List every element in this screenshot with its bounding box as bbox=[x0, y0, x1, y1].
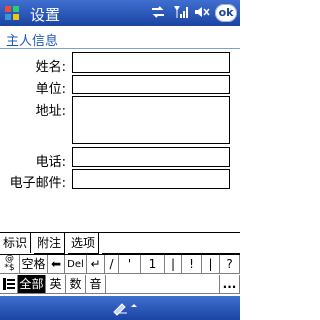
mode-number-key[interactable]: 数 bbox=[66, 275, 86, 294]
tab-bar: 标识 附注 选项 bbox=[0, 232, 240, 255]
delete-key[interactable]: Del bbox=[65, 255, 87, 274]
input-panel: @ *$ 空格 ⬅ Del ↵ / ' 1 | ! | ? 全部 英 数 音 .… bbox=[0, 254, 240, 297]
slash-key[interactable]: / bbox=[105, 255, 119, 274]
section-title: 主人信息 bbox=[6, 34, 59, 49]
name-field[interactable] bbox=[72, 52, 230, 73]
tab-options[interactable]: 选项 bbox=[68, 233, 100, 254]
address-label: 地址: bbox=[35, 104, 66, 119]
candidate-area bbox=[106, 275, 220, 294]
company-label: 单位: bbox=[35, 82, 66, 97]
connectivity-icon[interactable] bbox=[150, 5, 166, 22]
windows-start-icon[interactable] bbox=[2, 3, 22, 23]
enter-key[interactable]: ↵ bbox=[87, 255, 105, 274]
exclaim-key[interactable]: ! bbox=[182, 255, 202, 274]
symbol-key[interactable]: @ *$ bbox=[0, 255, 20, 274]
tab-identity[interactable]: 标识 bbox=[0, 233, 32, 253]
email-label: 电子邮件: bbox=[9, 176, 66, 191]
name-label: 姓名: bbox=[35, 60, 66, 75]
email-field[interactable] bbox=[72, 169, 230, 189]
mode-english-key[interactable]: 英 bbox=[46, 275, 66, 294]
handwriting-icon bbox=[113, 303, 137, 316]
company-field[interactable] bbox=[72, 75, 230, 94]
pipe-key-2[interactable]: | bbox=[202, 255, 220, 274]
apostrophe-key[interactable]: ' bbox=[119, 255, 141, 274]
pipe-key[interactable]: | bbox=[165, 255, 182, 274]
volume-icon[interactable] bbox=[194, 5, 210, 22]
mode-all-key[interactable]: 全部 bbox=[18, 275, 46, 294]
phone-field[interactable] bbox=[72, 147, 230, 167]
keyboard-toggle[interactable] bbox=[110, 299, 140, 317]
more-key[interactable]: ... bbox=[220, 275, 240, 294]
address-field[interactable] bbox=[72, 96, 230, 144]
ok-button[interactable]: ok bbox=[215, 4, 237, 22]
mode-pinyin-key[interactable]: 音 bbox=[86, 275, 106, 294]
menu-icon[interactable] bbox=[0, 275, 18, 294]
space-key[interactable]: 空格 bbox=[20, 255, 48, 274]
backspace-key[interactable]: ⬅ bbox=[48, 255, 65, 274]
section-divider bbox=[0, 48, 240, 49]
question-key[interactable]: ? bbox=[220, 255, 240, 274]
one-key[interactable]: 1 bbox=[141, 255, 165, 274]
menu-bar bbox=[0, 296, 240, 320]
phone-label: 电话: bbox=[35, 155, 66, 170]
status-icons bbox=[150, 4, 210, 22]
title-bar: 设置 ok bbox=[0, 0, 240, 26]
app-title: 设置 bbox=[30, 6, 61, 24]
signal-strength-icon[interactable] bbox=[172, 5, 188, 22]
tab-notes[interactable]: 附注 bbox=[34, 233, 66, 254]
